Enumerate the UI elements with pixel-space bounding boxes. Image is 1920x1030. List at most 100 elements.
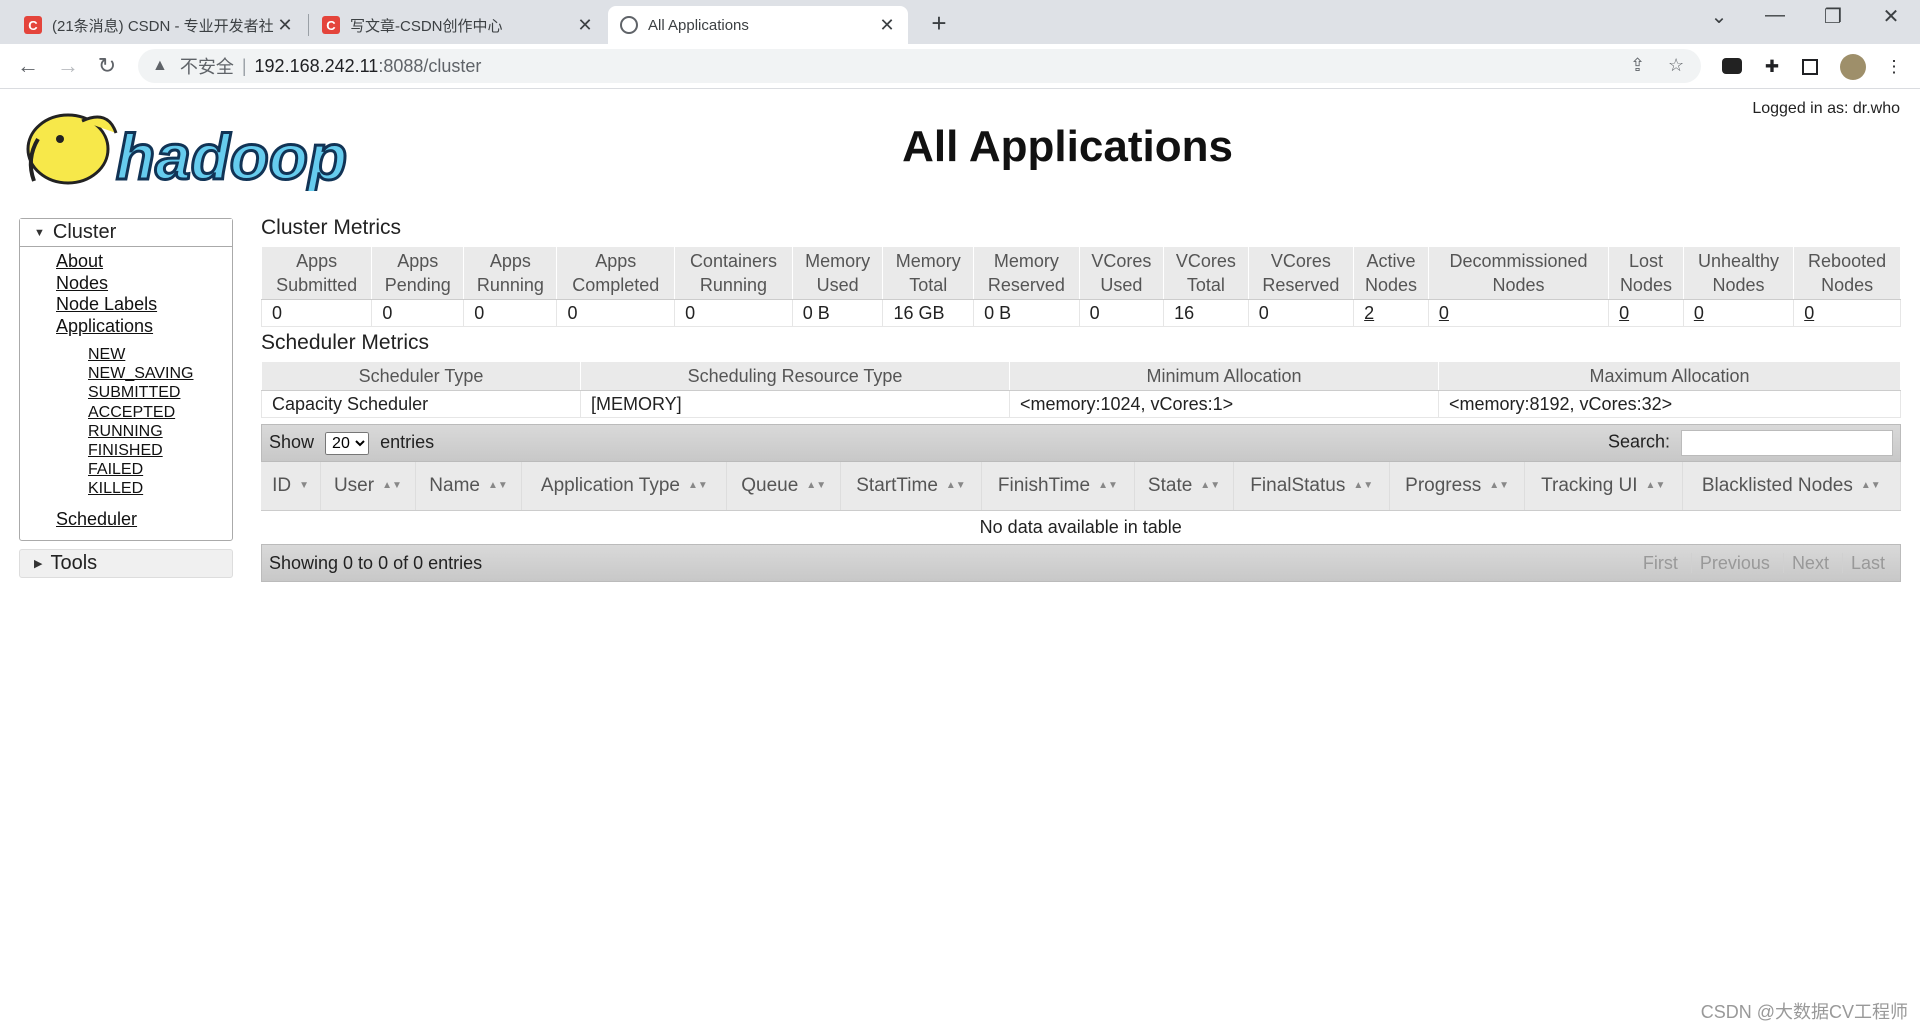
sidebar-link-failed[interactable]: FAILED <box>88 460 232 479</box>
column-header-label: State <box>1147 475 1193 496</box>
cluster-metric-value[interactable]: 2 <box>1353 299 1429 327</box>
tab-divider <box>308 14 309 36</box>
cluster-metric-value[interactable]: 0 <box>1427 299 1610 327</box>
sidebar-link-new-saving[interactable]: NEW_SAVING <box>88 364 232 383</box>
apps-table-footer: Showing 0 to 0 of 0 entries First Previo… <box>261 544 1901 582</box>
cluster-metric-header-line: Running <box>476 275 544 295</box>
cluster-label: Cluster <box>52 221 117 243</box>
forward-arrow-icon[interactable]: → <box>54 52 82 80</box>
column-header[interactable]: Progress ▲▼ <box>1389 462 1525 511</box>
new-tab-plus-icon[interactable]: + <box>924 8 954 39</box>
pager-previous-button[interactable]: Previous <box>1690 552 1778 573</box>
sidebar-link-applications[interactable]: Applications <box>56 316 232 338</box>
maximize-icon[interactable]: ❐ <box>1813 4 1853 29</box>
sidebar-link-about[interactable]: About <box>56 251 232 273</box>
cluster-metric-value: 0 <box>1247 299 1355 327</box>
search-control: Search: <box>1608 430 1893 456</box>
cluster-metric-header: VCores Total <box>1163 246 1249 300</box>
scheduler-metrics-value-row: Capacity Scheduler [MEMORY] <memory:1024… <box>261 390 1901 418</box>
entries-control: Show 20 entries <box>269 431 434 455</box>
insecure-label: 不安全 <box>179 57 234 77</box>
scheduler-metrics-header-row: Scheduler Type Scheduling Resource Type … <box>261 361 1901 391</box>
cluster-metric-header-line: Nodes <box>1712 275 1765 295</box>
entries-select[interactable]: 20 <box>325 431 370 455</box>
tab-csdn-editor[interactable]: C 写文章-CSDN创作中心 ✕ <box>310 6 606 44</box>
close-icon[interactable]: ✕ <box>276 15 294 36</box>
pager-first-button[interactable]: First <box>1635 553 1686 573</box>
csdn-favicon-icon: C <box>24 16 42 34</box>
pager-next-button[interactable]: Next <box>1782 552 1837 573</box>
sidebar-link-new[interactable]: NEW <box>88 345 232 364</box>
extension-icon[interactable] <box>1722 58 1742 74</box>
tab-csdn-home[interactable]: C (21条消息) CSDN - 专业开发者社 ✕ <box>12 6 306 44</box>
cluster-metric-value: 0 <box>674 299 793 327</box>
cluster-metric-header-line: Memory <box>895 251 961 271</box>
search-input[interactable] <box>1681 430 1893 456</box>
cluster-metric-value[interactable]: 0 <box>1682 299 1795 327</box>
tab-title: All Applications <box>648 16 749 34</box>
cluster-header[interactable]: ▼ Cluster <box>20 219 232 247</box>
column-header[interactable]: ID ▼ <box>261 462 322 511</box>
side-panel-icon[interactable] <box>1802 59 1818 75</box>
warning-icon: ▲ <box>152 57 168 74</box>
tab-all-applications[interactable]: All Applications ✕ <box>608 6 908 44</box>
share-icon[interactable]: ⇪ <box>1630 55 1645 76</box>
sort-icon: ▲▼ <box>1860 480 1881 492</box>
window-close-icon[interactable]: ✕ <box>1871 4 1911 29</box>
bookmark-star-icon[interactable]: ☆ <box>1668 55 1684 76</box>
column-header[interactable]: User ▲▼ <box>320 462 416 511</box>
tools-header[interactable]: ▶ Tools <box>20 550 232 577</box>
column-header[interactable]: Name ▲▼ <box>415 462 523 511</box>
close-icon[interactable]: ✕ <box>576 15 594 36</box>
sidebar-link-accepted[interactable]: ACCEPTED <box>88 403 232 422</box>
table-info: Showing 0 to 0 of 0 entries <box>269 552 483 573</box>
cluster-metric-header-line: Nodes <box>1492 275 1545 295</box>
reload-icon[interactable]: ↻ <box>93 52 121 80</box>
column-header[interactable]: Queue ▲▼ <box>726 462 841 511</box>
cluster-metric-value[interactable]: 0 <box>1793 299 1901 327</box>
browser-toolbar: ← → ↻ ▲ 不安全 | 192.168.242.11 :8088/clust… <box>0 44 1920 89</box>
column-header[interactable]: State ▲▼ <box>1134 462 1235 511</box>
menu-dots-icon[interactable]: ⋮ <box>1884 58 1904 76</box>
sidebar-link-scheduler[interactable]: Scheduler <box>56 509 232 531</box>
cluster-metrics-table: Apps Submitted Apps Pending Apps Running Apps C… <box>260 246 1901 327</box>
cluster-metric-header-line: Unhealthy <box>1697 251 1780 271</box>
column-header[interactable]: FinishTime ▲▼ <box>981 462 1135 511</box>
cluster-metric-header-line: VCores <box>1091 251 1152 271</box>
column-header[interactable]: Application Type ▲▼ <box>521 462 728 511</box>
cluster-metric-header: Decommissioned Nodes <box>1427 246 1610 300</box>
close-icon[interactable]: ✕ <box>878 15 896 36</box>
cluster-metric-value[interactable]: 0 <box>1608 299 1684 327</box>
apps-table-toolbar: Show 20 entries Search: <box>261 424 1901 462</box>
column-header[interactable]: Tracking UI ▲▼ <box>1524 462 1683 511</box>
sidebar-link-finished[interactable]: FINISHED <box>88 441 232 460</box>
sidebar-link-running[interactable]: RUNNING <box>88 422 232 441</box>
scheduler-metrics-table: Scheduler Type Scheduling Resource Type … <box>261 361 1901 418</box>
sidebar-link-submitted[interactable]: SUBMITTED <box>88 383 232 402</box>
column-header[interactable]: StartTime ▲▼ <box>840 462 982 511</box>
column-header[interactable]: Blacklisted Nodes ▲▼ <box>1682 462 1901 511</box>
cluster-metric-value: 0 <box>556 299 676 327</box>
scheduler-header-cell: Minimum Allocation <box>1009 361 1439 391</box>
address-bar[interactable]: ▲ 不安全 | 192.168.242.11 :8088/cluster ⇪ ☆ <box>138 49 1701 83</box>
maximum-allocation-value: <memory:8192, vCores:32> <box>1438 390 1901 418</box>
cluster-metric-value: 0 B <box>791 299 884 327</box>
sidebar-link-nodes[interactable]: Nodes <box>56 273 232 295</box>
cluster-metric-header-line: Lost <box>1628 251 1663 271</box>
minimize-icon[interactable]: — <box>1755 4 1795 27</box>
column-header[interactable]: FinalStatus ▲▼ <box>1233 462 1391 511</box>
avatar[interactable] <box>1840 54 1866 80</box>
back-arrow-icon[interactable]: ← <box>14 52 42 80</box>
pager-last-button[interactable]: Last <box>1841 552 1893 573</box>
sidebar-link-node-labels[interactable]: Node Labels <box>56 294 232 316</box>
cluster-metrics-value-row: 000000 B 16 GB 0 B 0 16 0 2 0 0 0 0 <box>260 299 1901 327</box>
tab-search-chevron-icon[interactable]: ⌄ <box>1699 4 1739 29</box>
cluster-metric-header-line: Reserved <box>987 275 1065 295</box>
sidebar-link-killed[interactable]: KILLED <box>88 479 232 498</box>
triangle-right-icon: ▶ <box>34 558 43 571</box>
show-label: Show <box>269 431 315 452</box>
sort-icon: ▲▼ <box>1098 480 1118 492</box>
scheduler-header-cell: Maximum Allocation <box>1438 361 1901 391</box>
puzzle-icon[interactable]: ✚ <box>1762 58 1782 76</box>
column-header-label: FinalStatus <box>1250 475 1346 496</box>
